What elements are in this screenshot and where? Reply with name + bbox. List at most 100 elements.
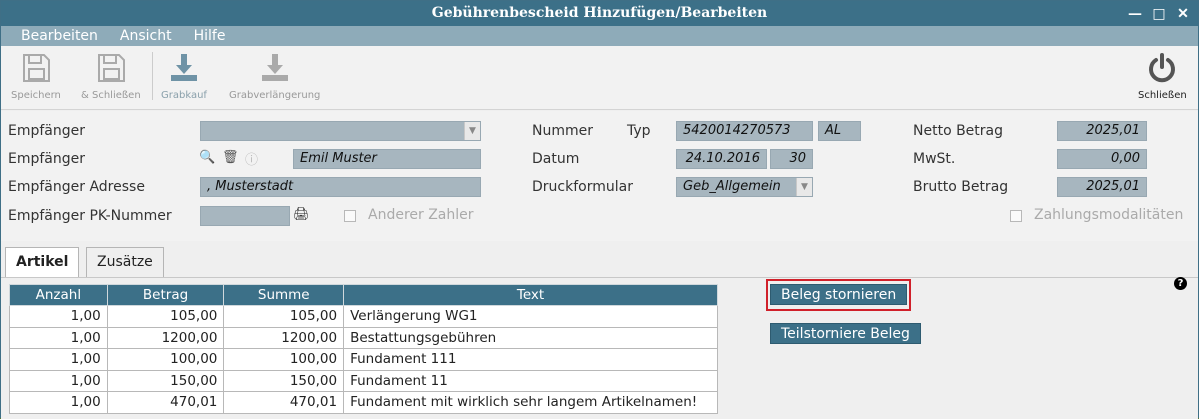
table-row[interactable]: 1,00 1200,00 1200,00 Bestattungsgebühren <box>9 326 718 349</box>
toolbar: Speichern & Schließen Grabkauf Grabverlä… <box>1 46 1198 110</box>
menu-bearbeiten[interactable]: Bearbeiten <box>21 28 98 44</box>
pk-nummer-field[interactable] <box>200 206 290 226</box>
cell-text: Verlängerung WG1 <box>343 305 718 328</box>
datum-field[interactable]: 24.10.2016 <box>676 149 767 169</box>
artikel-table: Anzahl Betrag Summe Text 1,00 105,00 105… <box>9 284 718 414</box>
empfaenger-name-label: Empfänger <box>8 151 86 167</box>
search-icon[interactable]: 🔍 <box>199 150 215 165</box>
cell-text: Fundament 111 <box>343 348 718 371</box>
info-icon[interactable]: ⓘ <box>245 149 258 168</box>
minimize-icon[interactable]: — <box>1128 7 1142 21</box>
save-close-label: & Schließen <box>81 90 141 101</box>
column-header-text[interactable]: Text <box>343 284 718 306</box>
cell-summe: 105,00 <box>223 305 345 328</box>
typ-label: Typ <box>627 123 651 139</box>
table-header-row: Anzahl Betrag Summe Text <box>9 284 718 306</box>
tab-bar: Artikel Zusätze <box>1 241 1198 278</box>
druckformular-select[interactable]: Geb_Allgemein ▼ <box>676 177 813 197</box>
dialog-window: Gebührenbescheid Hinzufügen/Bearbeiten —… <box>0 0 1199 419</box>
mwst-label: MwSt. <box>913 151 956 167</box>
help-icon[interactable]: ? <box>1174 277 1187 290</box>
cell-text: Fundament mit wirklich sehr langem Artik… <box>343 391 718 414</box>
brutto-label: Brutto Betrag <box>913 179 1009 195</box>
cell-summe: 100,00 <box>223 348 345 371</box>
trash-icon[interactable]: 🗑 <box>222 150 239 165</box>
tab-artikel[interactable]: Artikel <box>5 247 80 278</box>
header-form: Empfänger ▼ Empfänger 🔍 🗑 ⓘ Emil Muster … <box>1 111 1198 241</box>
empfaenger-name-field[interactable]: Emil Muster <box>293 149 481 169</box>
pk-nummer-label: Empfänger PK-Nummer <box>8 208 172 224</box>
toolbar-separator <box>152 52 153 100</box>
grabkauf-label: Grabkauf <box>161 90 207 101</box>
cell-anzahl: 1,00 <box>9 326 108 349</box>
maximize-icon[interactable]: □ <box>1152 7 1166 21</box>
close-icon[interactable]: ✕ <box>1176 7 1190 21</box>
anderer-zahler-label: Anderer Zahler <box>368 207 474 223</box>
menu-bar: Bearbeiten Ansicht Hilfe <box>1 26 1198 46</box>
close-label: Schließen <box>1138 90 1187 101</box>
printer-icon[interactable]: 🖨 <box>293 207 310 222</box>
nummer-field[interactable]: 5420014270573 <box>676 121 813 141</box>
window-controls: — □ ✕ <box>1128 1 1190 26</box>
table-row[interactable]: 1,00 105,00 105,00 Verlängerung WG1 <box>9 305 718 328</box>
datum-label: Datum <box>532 151 580 167</box>
cell-betrag: 1200,00 <box>106 326 225 349</box>
typ-field[interactable]: AL <box>818 121 861 141</box>
brutto-field[interactable]: 2025,01 <box>1057 177 1147 197</box>
druckformular-label: Druckformular <box>532 179 633 195</box>
title-bar: Gebührenbescheid Hinzufügen/Bearbeiten —… <box>1 1 1198 26</box>
column-header-anzahl[interactable]: Anzahl <box>9 284 108 306</box>
cell-text: Fundament 11 <box>343 369 718 392</box>
download-icon <box>170 54 197 81</box>
netto-field[interactable]: 2025,01 <box>1057 121 1147 141</box>
save-label: Speichern <box>11 90 61 101</box>
netto-label: Netto Betrag <box>913 123 1004 139</box>
druckformular-value: Geb_Allgemein <box>683 179 781 194</box>
close-button[interactable]: Schließen <box>1138 52 1187 101</box>
menu-hilfe[interactable]: Hilfe <box>194 28 226 44</box>
grabkauf-button[interactable]: Grabkauf <box>161 52 207 101</box>
teilstorniere-beleg-button[interactable]: Teilstorniere Beleg <box>770 323 921 344</box>
cell-anzahl: 1,00 <box>9 348 108 371</box>
datum-days-field[interactable]: 30 <box>770 149 813 169</box>
empfaenger-label: Empfänger <box>8 123 86 139</box>
table-row[interactable]: 1,00 470,01 470,01 Fundament mit wirklic… <box>9 391 718 414</box>
mwst-field[interactable]: 0,00 <box>1057 149 1147 169</box>
nummer-label: Nummer <box>532 123 593 139</box>
floppy-disk-icon <box>22 54 50 82</box>
cell-betrag: 470,01 <box>106 391 225 414</box>
cell-betrag: 105,00 <box>106 305 225 328</box>
chevron-down-icon[interactable]: ▼ <box>464 122 480 140</box>
artikel-panel: Anzahl Betrag Summe Text 1,00 105,00 105… <box>1 277 1198 419</box>
zahlungsmodalitaeten-checkbox[interactable] <box>1010 210 1022 222</box>
column-header-betrag[interactable]: Betrag <box>106 284 225 306</box>
adresse-label: Empfänger Adresse <box>8 179 145 195</box>
grabverlaengerung-button[interactable]: Grabverlängerung <box>229 52 320 101</box>
beleg-stornieren-button[interactable]: Beleg stornieren <box>770 284 908 305</box>
cell-summe: 150,00 <box>223 369 345 392</box>
cell-anzahl: 1,00 <box>9 391 108 414</box>
tab-zusaetze[interactable]: Zusätze <box>86 247 164 277</box>
power-icon <box>1149 53 1176 83</box>
table-row[interactable]: 1,00 100,00 100,00 Fundament 111 <box>9 348 718 371</box>
save-close-button[interactable]: & Schließen <box>81 52 141 101</box>
cell-summe: 470,01 <box>223 391 345 414</box>
window-title: Gebührenbescheid Hinzufügen/Bearbeiten <box>431 5 768 21</box>
anderer-zahler-checkbox[interactable] <box>344 210 356 222</box>
floppy-disk-icon <box>97 54 125 82</box>
empfaenger-select[interactable]: ▼ <box>200 121 481 141</box>
adresse-field[interactable]: , Musterstadt <box>200 177 481 197</box>
chevron-down-icon[interactable]: ▼ <box>796 178 812 196</box>
cell-anzahl: 1,00 <box>9 369 108 392</box>
save-button[interactable]: Speichern <box>11 52 61 101</box>
cell-betrag: 150,00 <box>106 369 225 392</box>
cell-text: Bestattungsgebühren <box>343 326 718 349</box>
cell-anzahl: 1,00 <box>9 305 108 328</box>
download-icon <box>261 54 288 81</box>
table-row[interactable]: 1,00 150,00 150,00 Fundament 11 <box>9 369 718 392</box>
column-header-summe[interactable]: Summe <box>223 284 345 306</box>
cell-betrag: 100,00 <box>106 348 225 371</box>
cell-summe: 1200,00 <box>223 326 345 349</box>
menu-ansicht[interactable]: Ansicht <box>120 28 172 44</box>
grabverlaengerung-label: Grabverlängerung <box>229 90 321 101</box>
